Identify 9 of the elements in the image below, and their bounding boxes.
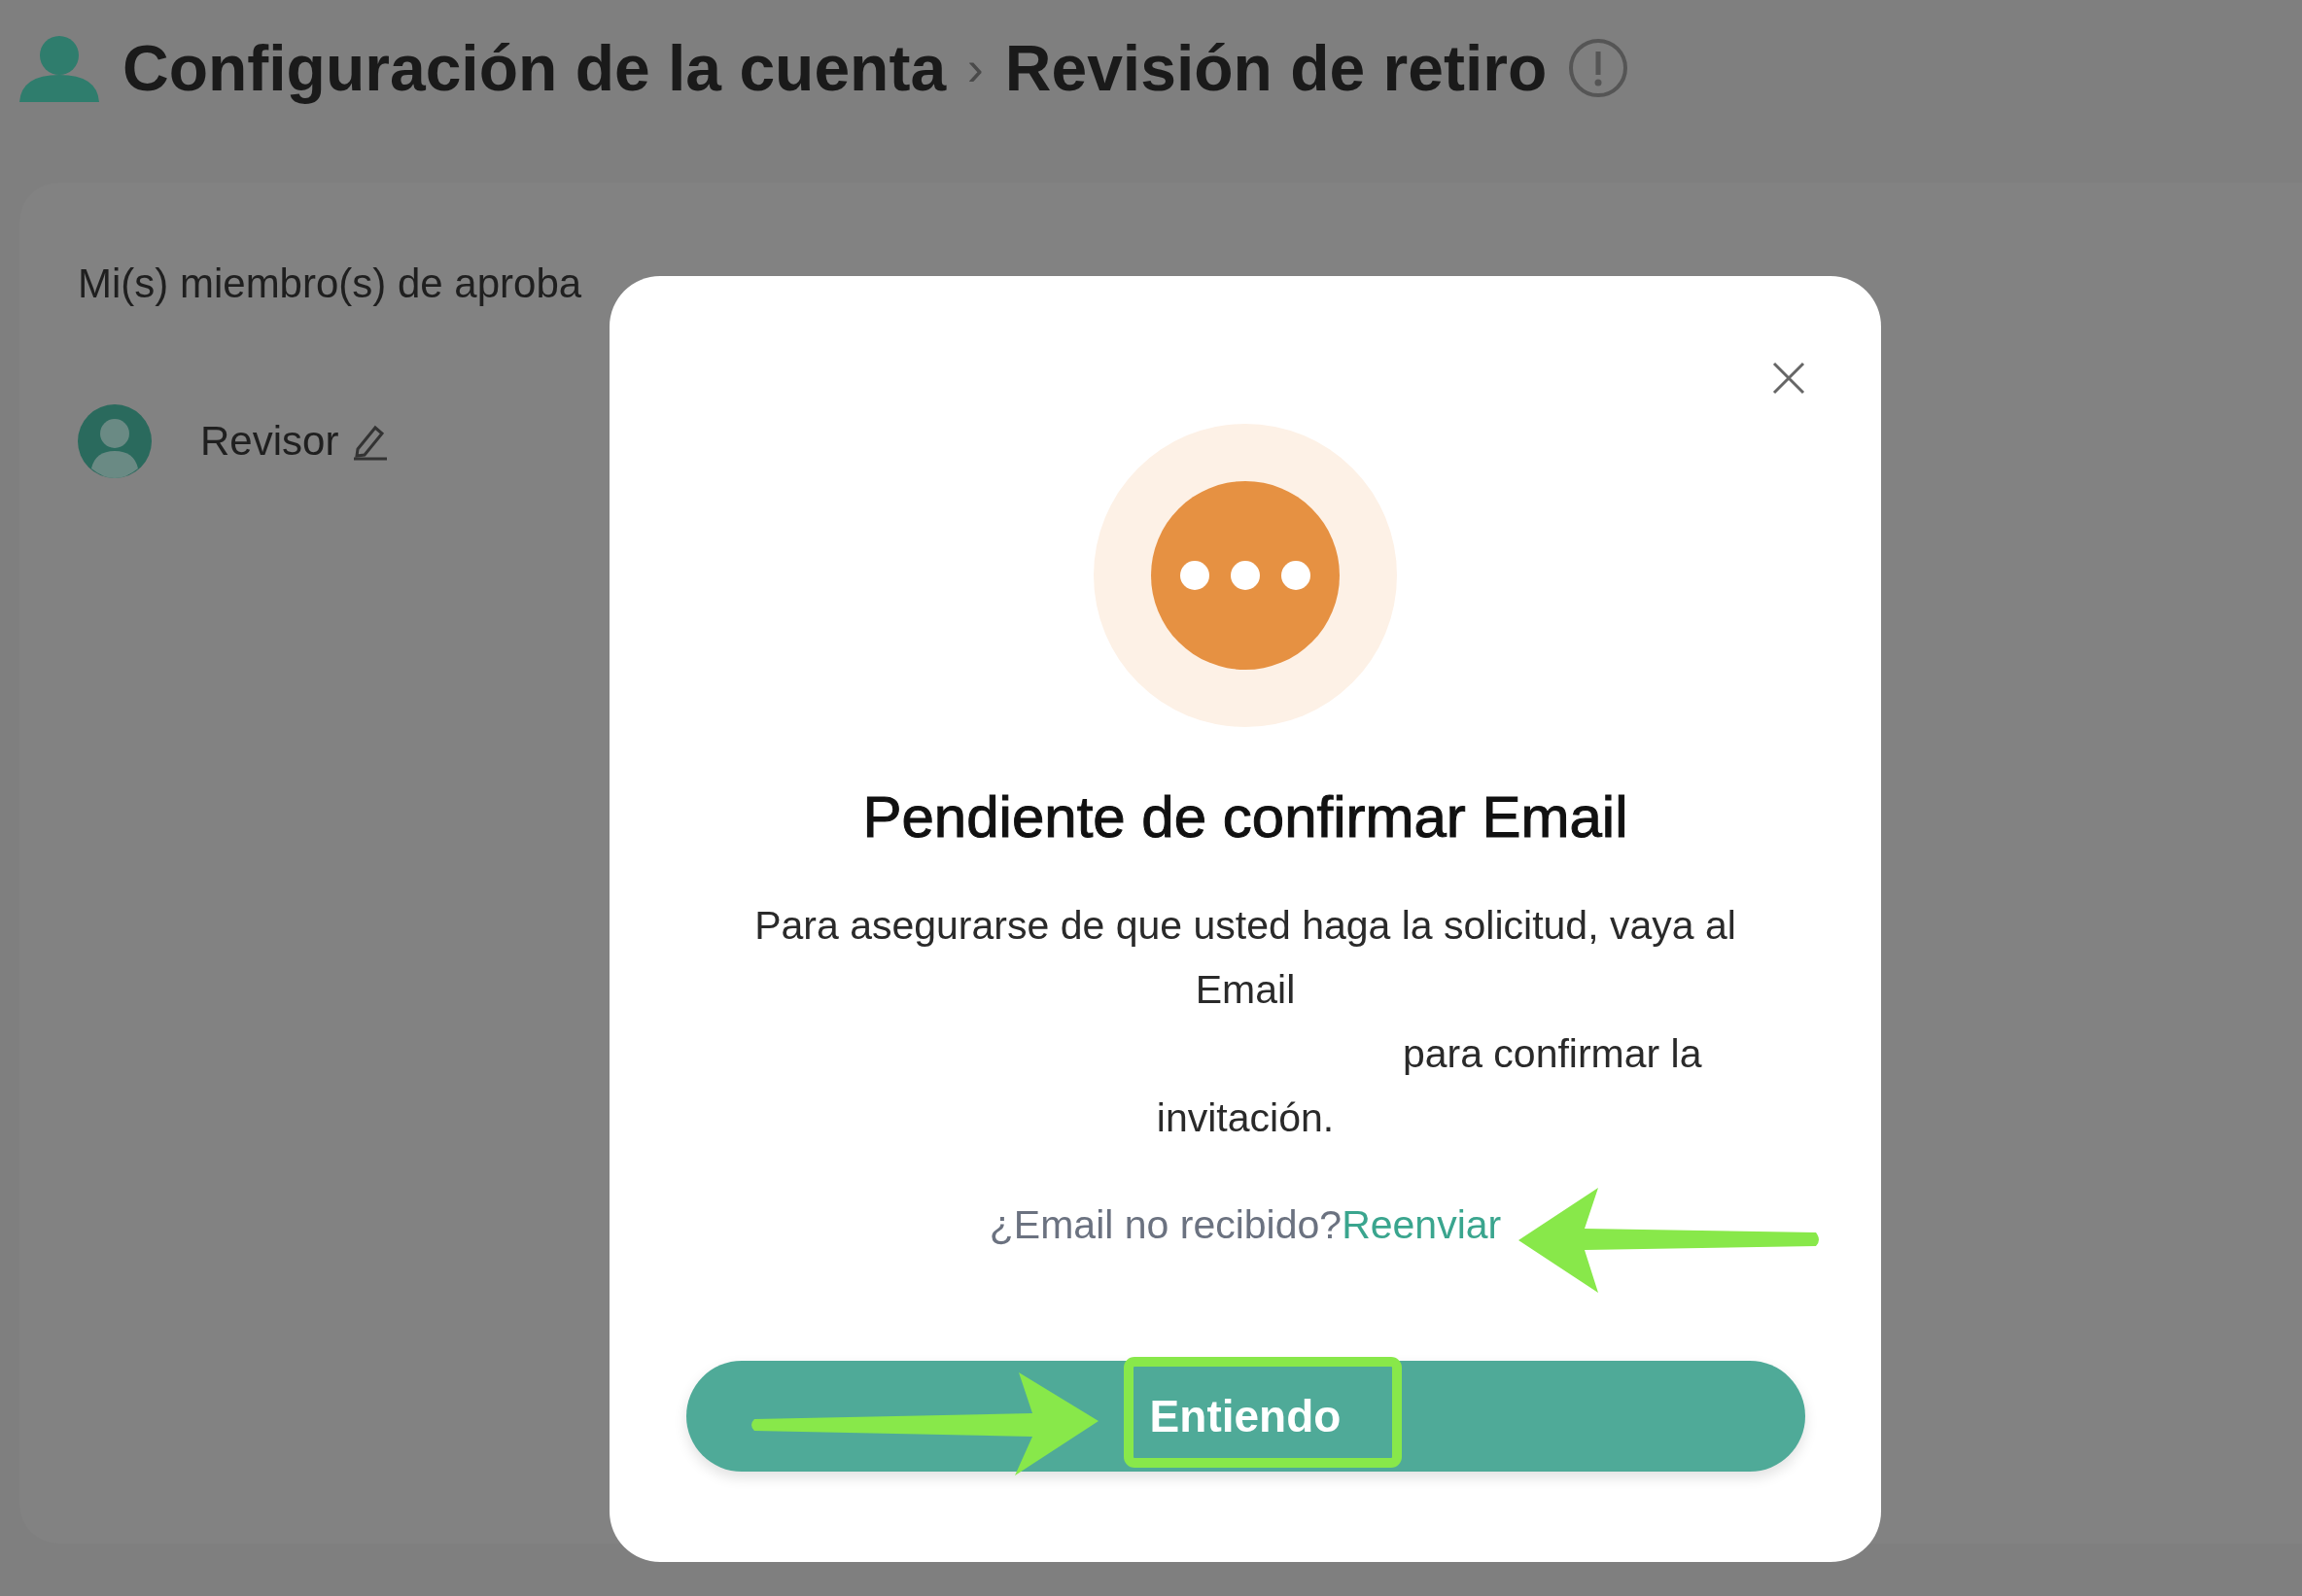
resend-prompt: ¿Email no recibido? <box>989 1202 1343 1248</box>
page-title: Configuración de la cuenta <box>122 31 947 105</box>
breadcrumb-separator: › <box>967 40 984 96</box>
page-subtitle: Revisión de retiro <box>1004 31 1548 105</box>
member-role: Revisor <box>200 418 339 465</box>
dialog-message: Para asegurarse de que usted haga la solicitud, vaya al Email para confirmar la invitación. <box>753 902 1737 1142</box>
section-label: Mi(s) miembro(s) de aproba <box>78 260 583 307</box>
resend-link[interactable]: Reenviar <box>1342 1202 1502 1248</box>
dialog-title: Pendiente de confirmar Email <box>862 783 1628 850</box>
